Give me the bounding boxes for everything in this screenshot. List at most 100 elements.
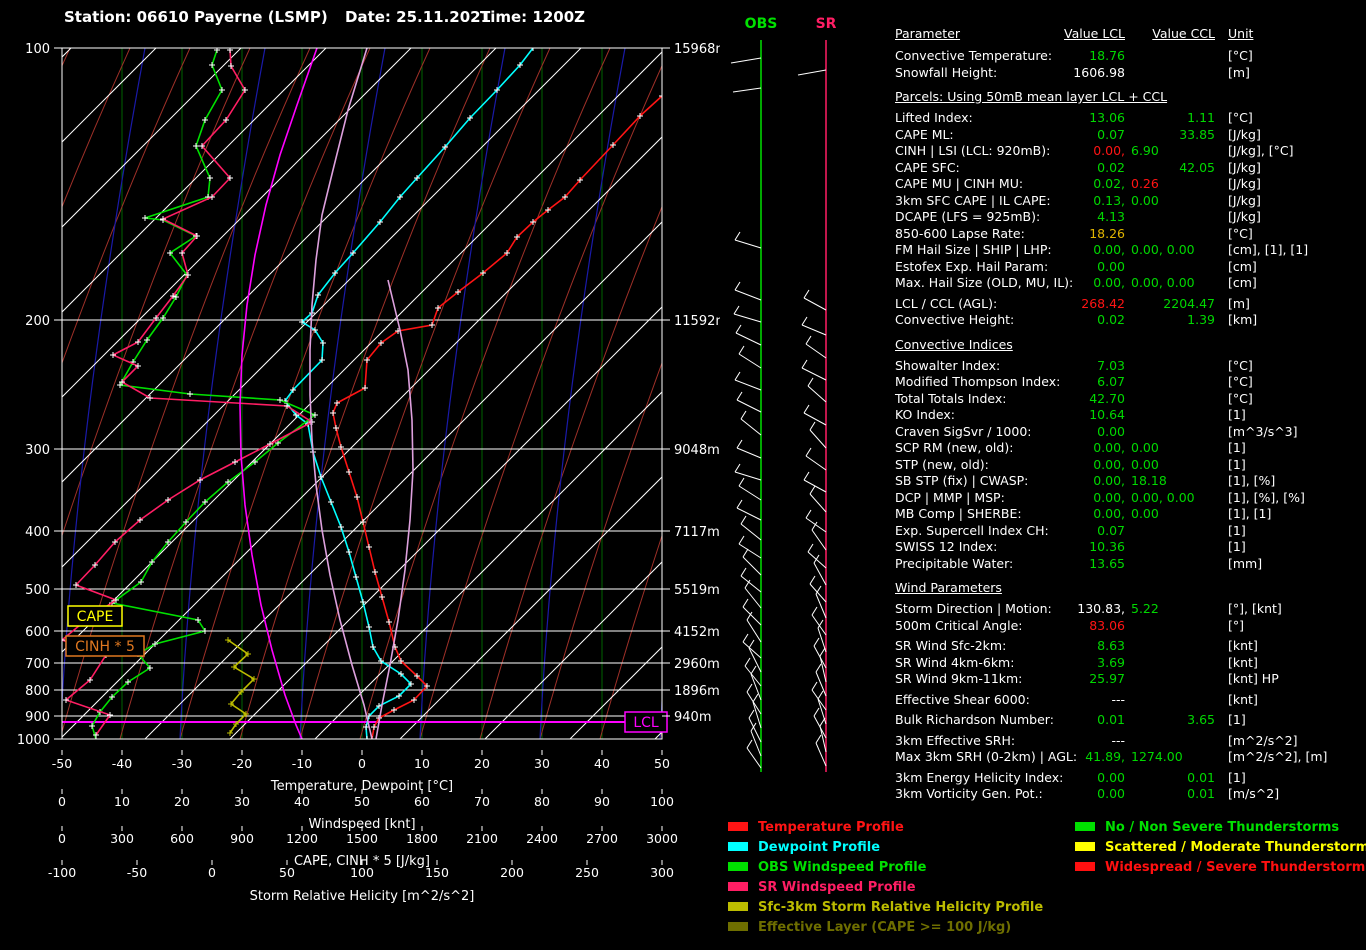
wind-barb-feather [812, 607, 817, 615]
row-value-lcl: 0.00, [1013, 457, 1125, 472]
row-value-lcl: 0.00, [1013, 473, 1125, 488]
wind-barb-feather [739, 536, 744, 544]
table-row: Craven SigSvr / 1000:0.00[m^3/s^3] [895, 424, 1366, 441]
row-value-lcl: 18.76 [1013, 48, 1125, 63]
wind-barb-feather [743, 634, 748, 642]
table-row: Estofex Exp. Hail Param:0.00[cm] [895, 259, 1366, 276]
wind-barb [731, 58, 761, 63]
pressure-tick-label: 900 [25, 710, 50, 725]
wind-barb [810, 494, 826, 512]
row-unit: [cm] [1228, 275, 1257, 290]
wind-barb [735, 380, 761, 390]
row-label: MB Comp | SHERBE: [895, 506, 1022, 521]
wind-barb-feather [739, 478, 744, 486]
altitude-tick-label: 7117m [674, 525, 720, 540]
row-value-lcl: 10.36 [1013, 539, 1125, 554]
table-row: SCP RM (new, old):0.00,0.00[1] [895, 440, 1366, 457]
legend-swatch-icon [728, 882, 748, 891]
row-unit: [1], [%] [1228, 473, 1275, 488]
row-value-extra: 0.00, 0.00 [1131, 490, 1195, 505]
thunderstorm-legend: No / Non Severe ThunderstormsScattered /… [1075, 820, 1366, 880]
wind-barb [812, 530, 826, 550]
row-value-lcl: 6.07 [1013, 374, 1125, 389]
row-label: Precipitable Water: [895, 556, 1013, 571]
row-value-ccl: 33.85 [1125, 127, 1215, 142]
row-value-extra-part: 6.90 [1131, 143, 1159, 158]
table-row: 500m Critical Angle:83.06[°] [895, 618, 1366, 635]
row-unit: [°C] [1228, 226, 1253, 241]
windspeed-axis-tick-label: 0 [58, 794, 66, 809]
wind-barb-columns: OBSSR [720, 0, 900, 810]
skewt-chart: CAPECINH * 5LCL1002003004005006007008009… [0, 0, 720, 950]
pressure-tick-label: 100 [25, 42, 50, 57]
table-row: DCAPE (LFS = 925mB):4.13[J/kg] [895, 209, 1366, 226]
cape-axis-tick-label: 2100 [466, 831, 498, 846]
row-value-ccl: 0.01 [1125, 770, 1215, 785]
row-value-extra: 0.00, 0.00 [1131, 275, 1195, 290]
windspeed-axis-tick-label: 60 [414, 794, 430, 809]
table-row: SR Wind 9km-11km:25.97[knt] HP [895, 671, 1366, 688]
table-row: Showalter Index:7.03[°C] [895, 358, 1366, 375]
row-label: 500m Critical Angle: [895, 618, 1022, 633]
wind-barb [806, 518, 826, 532]
table-row: Storm Direction | Motion:130.83,5.22[°],… [895, 601, 1366, 618]
isotherm-line [230, 48, 720, 739]
row-value-extra-part: 0.00 [1131, 440, 1159, 455]
legend-swatch-icon [728, 862, 748, 871]
row-value-lcl: 13.65 [1013, 556, 1125, 571]
legend-label: SR Windspeed Profile [758, 880, 916, 895]
wind-barb-feather [741, 516, 746, 524]
wind-barb-feather [735, 464, 740, 472]
wind-barb-feather [818, 691, 823, 699]
row-unit: [1] [1228, 457, 1246, 472]
altitude-tick-label: 2960m [674, 657, 720, 672]
moist-adiabat-line [300, 48, 385, 739]
cape-axis-tick-label: 3000 [646, 831, 678, 846]
row-label: SR Wind 4km-6km: [895, 655, 1014, 670]
row-value-lcl: 0.00, [1013, 242, 1125, 257]
legend-label: Scattered / Moderate Thunderstorms [1105, 840, 1366, 855]
row-value-lcl: 25.97 [1013, 671, 1125, 686]
table-row: DCP | MMP | MSP:0.00,0.00, 0.00[1], [%],… [895, 490, 1366, 507]
row-value-extra-part: 0.00 [1131, 457, 1159, 472]
row-value-extra-part: 18.18 [1131, 473, 1167, 488]
dry-adiabat-line [240, 48, 490, 739]
wind-barb-feather [737, 392, 742, 400]
series-temperature-profile [333, 96, 662, 739]
wind-barb-feather [814, 708, 819, 716]
wind-barb-feather [735, 282, 740, 290]
row-unit: [°C] [1228, 374, 1253, 389]
row-unit: [°C] [1228, 391, 1253, 406]
table-row: 3km Effective SRH:---[m^2/s^2] [895, 733, 1366, 750]
row-unit: [mm] [1228, 556, 1262, 571]
row-value-lcl: 10.64 [1013, 407, 1125, 422]
srh-axis-tick-label: 250 [575, 865, 599, 880]
table-row: CAPE MU | CINH MU:0.02,0.26[J/kg] [895, 176, 1366, 193]
temperature-axis-tick-label: -10 [292, 756, 312, 771]
pressure-tick-label: 700 [25, 657, 50, 672]
table-row: Bulk Richardson Number:0.013.65[1] [895, 712, 1366, 729]
wind-barb-feather [749, 710, 754, 718]
wind-barb [751, 731, 761, 756]
row-unit: [1], [1] [1228, 506, 1271, 521]
srh-axis-tick-label: 0 [208, 865, 216, 880]
table-row: Snowfall Height:1606.98[m] [895, 65, 1366, 82]
row-unit: [knt] [1228, 655, 1258, 670]
wind-barb [745, 588, 761, 608]
table-row: Effective Shear 6000:---[knt] [895, 692, 1366, 709]
wind-barb-feather [814, 638, 819, 646]
temperature-axis-tick-label: -30 [172, 756, 192, 771]
wind-barb-feather [804, 405, 809, 413]
wind-barb [818, 699, 826, 724]
wind-barb [743, 607, 761, 625]
legend-label: Effective Layer (CAPE >= 100 J/kg) [758, 920, 1011, 935]
table-row: SB STP (fix) | CWASP:0.00,18.18[1], [%] [895, 473, 1366, 490]
row-unit: [J/kg] [1228, 209, 1261, 224]
windspeed-axis-tick-label: 20 [174, 794, 190, 809]
row-unit: [°] [1228, 618, 1244, 633]
pressure-tick-label: 1000 [17, 733, 50, 748]
isotherm-line [315, 48, 720, 739]
pressure-tick-label: 200 [25, 314, 50, 329]
row-value-extra-part: 5.22 [1131, 601, 1159, 616]
row-value-extra: 0.00 [1131, 457, 1159, 472]
